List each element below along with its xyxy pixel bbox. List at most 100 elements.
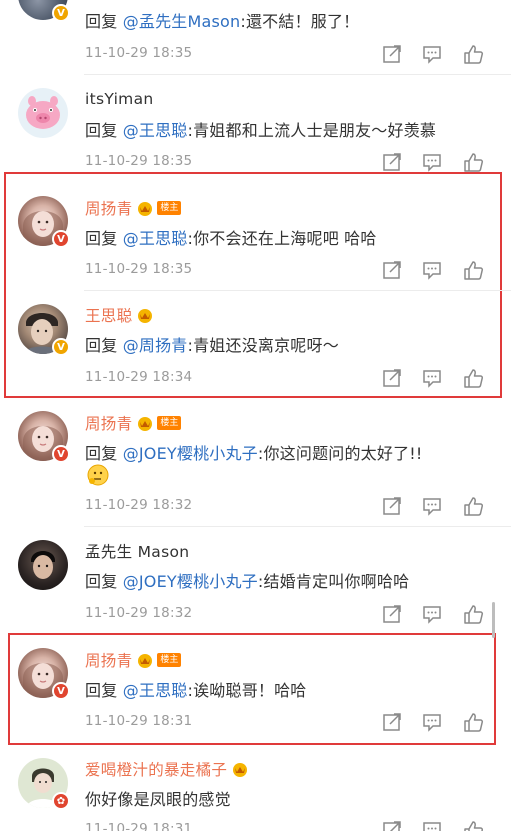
verified-v-icon: V xyxy=(52,4,70,22)
mention-link[interactable]: @王思聪 xyxy=(123,121,188,140)
author-line: 孟先生 Mason xyxy=(85,540,189,562)
verified-v-icon: ✿ xyxy=(52,792,70,810)
comment-text: 回复 @王思聪:你不会还在上海呢吧 哈哈 xyxy=(85,225,377,249)
avatar[interactable] xyxy=(18,540,68,590)
crown-badge-icon xyxy=(136,307,154,323)
reply-prefix: 回复 xyxy=(85,681,123,700)
comment-icon[interactable] xyxy=(421,711,443,733)
comment-body: :你这问题问的太好了!! xyxy=(257,444,423,463)
crown-badge-icon xyxy=(136,415,154,431)
avatar[interactable]: V xyxy=(18,411,70,463)
comment-meta: 11-10-29 18:32 xyxy=(85,603,500,625)
scrollbar[interactable] xyxy=(492,602,495,638)
highlight-box xyxy=(4,172,502,398)
comment-text: 回复 @王思聪:青姐都和上流人士是朋友～好羡慕 xyxy=(85,117,436,141)
comment-body: :青姐还没离京呢呀～ xyxy=(187,336,339,355)
comment-text: 回复 @王思聪:诶呦聪哥！哈哈 xyxy=(85,677,307,701)
avatar[interactable]: V xyxy=(18,648,70,700)
owner-tag: 楼主 xyxy=(157,653,182,667)
author-line: 周扬青 楼主 xyxy=(85,649,182,671)
comment-icon[interactable] xyxy=(421,151,443,173)
author-name[interactable]: 爱喝橙汁的暴走橘子 xyxy=(85,758,227,780)
comment-text: 回复 @周扬青:青姐还没离京呢呀～ xyxy=(85,332,339,356)
thumbs-up-icon[interactable] xyxy=(462,495,484,517)
comment-icon[interactable] xyxy=(421,43,443,65)
comment-meta: 11-10-29 18:35 xyxy=(85,43,500,65)
mention-link[interactable]: @周扬青 xyxy=(123,336,188,355)
timestamp: 11-10-29 18:35 xyxy=(85,45,193,61)
forward-icon[interactable] xyxy=(381,819,403,831)
timestamp: 11-10-29 18:32 xyxy=(85,497,193,513)
reply-prefix: 回复 xyxy=(85,121,123,140)
mention-link[interactable]: @孟先生Mason xyxy=(123,12,241,31)
thumbs-up-icon[interactable] xyxy=(462,367,484,389)
author-name[interactable]: 周扬青 xyxy=(85,197,132,219)
thumbs-up-icon[interactable] xyxy=(462,259,484,281)
comment-icon[interactable] xyxy=(421,819,443,831)
author-line: 王思聪 xyxy=(85,304,154,326)
thumbs-up-icon[interactable] xyxy=(462,819,484,831)
divider xyxy=(84,74,511,75)
thinking-emoji-icon xyxy=(86,464,110,486)
author-name[interactable]: 周扬青 xyxy=(85,412,132,434)
comment-meta: 11-10-29 18:31 xyxy=(85,819,500,831)
author-name[interactable]: 孟先生 Mason xyxy=(85,540,189,562)
reply-prefix: 回复 xyxy=(85,12,123,31)
comment-meta: 11-10-29 18:31 xyxy=(85,711,500,733)
thumbs-up-icon[interactable] xyxy=(462,711,484,733)
thumbs-up-icon[interactable] xyxy=(462,603,484,625)
timestamp: 11-10-29 18:34 xyxy=(85,369,193,385)
forward-icon[interactable] xyxy=(381,495,403,517)
owner-tag: 楼主 xyxy=(157,201,182,215)
comment-icon[interactable] xyxy=(421,259,443,281)
avatar[interactable]: ✿ xyxy=(18,758,70,810)
author-line: 周扬青 楼主 xyxy=(85,197,182,219)
comment-icon[interactable] xyxy=(421,495,443,517)
comment-meta: 11-10-29 18:32 xyxy=(85,495,500,517)
forward-icon[interactable] xyxy=(381,151,403,173)
comment-meta: 11-10-29 18:35 xyxy=(85,151,500,173)
avatar[interactable]: V xyxy=(18,0,70,22)
comment-meta: 11-10-29 18:34 xyxy=(85,367,500,389)
comment-text: 回复 @JOEY樱桃小丸子:结婚肯定叫你啊哈哈 xyxy=(85,568,409,592)
mention-link[interactable]: @王思聪 xyxy=(123,229,188,248)
comment-feed: V 回复 @孟先生Mason:還不結！服了！ 11-10-29 18:35 it… xyxy=(0,0,511,831)
author-line: 周扬青 楼主 xyxy=(85,412,182,434)
verified-v-icon: V xyxy=(52,338,70,356)
avatar[interactable] xyxy=(18,88,68,138)
mention-link[interactable]: @JOEY樱桃小丸子 xyxy=(123,572,258,591)
comment-icon[interactable] xyxy=(421,367,443,389)
comment-body: :结婚肯定叫你啊哈哈 xyxy=(257,572,410,591)
author-name[interactable]: itsYiman xyxy=(85,90,154,108)
avatar[interactable]: V xyxy=(18,196,70,248)
comment-body: :诶呦聪哥！哈哈 xyxy=(187,681,307,700)
forward-icon[interactable] xyxy=(381,259,403,281)
forward-icon[interactable] xyxy=(381,367,403,389)
forward-icon[interactable] xyxy=(381,43,403,65)
comment-icon[interactable] xyxy=(421,603,443,625)
crown-badge-icon xyxy=(231,761,249,777)
author-name[interactable]: 王思聪 xyxy=(85,304,132,326)
comment-body: :青姐都和上流人士是朋友～好羡慕 xyxy=(187,121,437,140)
thumbs-up-icon[interactable] xyxy=(462,151,484,173)
timestamp: 11-10-29 18:35 xyxy=(85,153,193,169)
comment-text: 回复 @JOEY樱桃小丸子:你这问题问的太好了!! xyxy=(85,440,423,464)
mention-link[interactable]: @王思聪 xyxy=(123,681,188,700)
author-line: itsYiman xyxy=(85,88,154,110)
timestamp: 11-10-29 18:32 xyxy=(85,605,193,621)
author-name[interactable]: 周扬青 xyxy=(85,649,132,671)
comment-body: 你好像是凤眼的感觉 xyxy=(85,790,231,809)
verified-v-icon: V xyxy=(52,445,70,463)
forward-icon[interactable] xyxy=(381,603,403,625)
reply-prefix: 回复 xyxy=(85,572,123,591)
reply-prefix: 回复 xyxy=(85,336,123,355)
verified-v-icon: V xyxy=(52,682,70,700)
timestamp: 11-10-29 18:31 xyxy=(85,821,193,831)
forward-icon[interactable] xyxy=(381,711,403,733)
crown-badge-icon xyxy=(136,200,154,216)
crown-badge-icon xyxy=(136,652,154,668)
verified-v-icon: V xyxy=(52,230,70,248)
thumbs-up-icon[interactable] xyxy=(462,43,484,65)
avatar[interactable]: V xyxy=(18,304,70,356)
mention-link[interactable]: @JOEY樱桃小丸子 xyxy=(123,444,258,463)
